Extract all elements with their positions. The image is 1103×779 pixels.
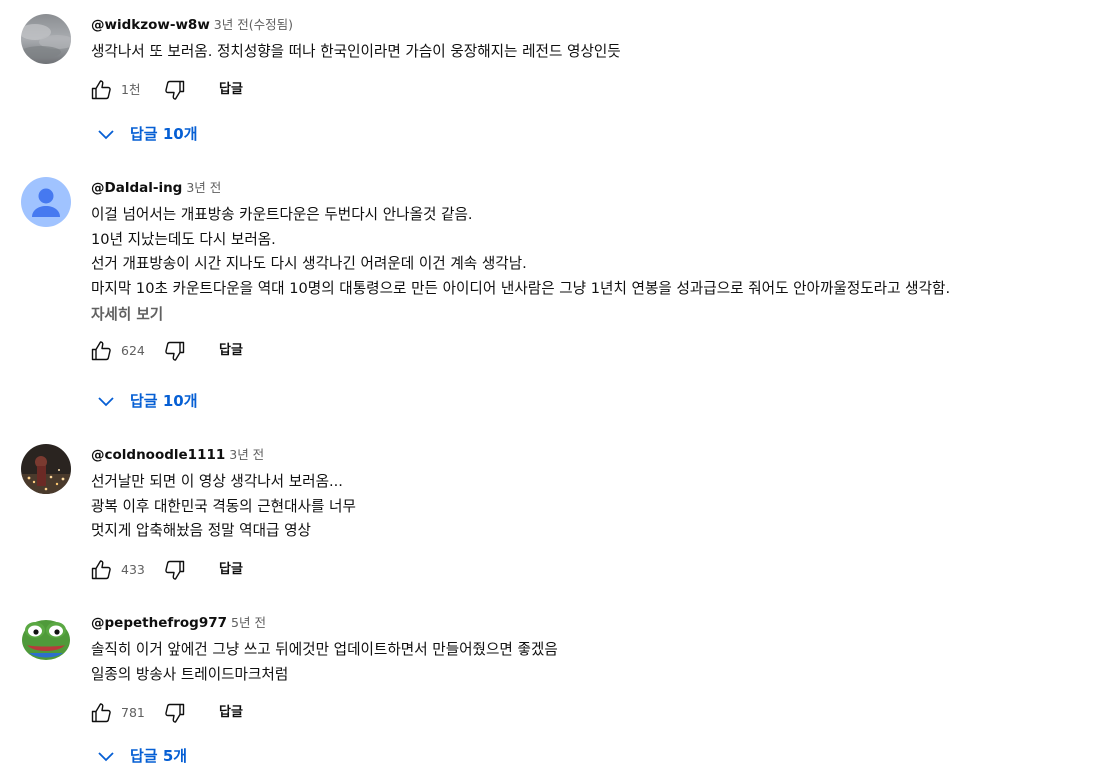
comment-line: 마지막 10초 카운트다운을 역대 10명의 대통령으로 만든 아이디어 낸사람…: [91, 279, 951, 297]
reply-button[interactable]: 답글: [219, 342, 243, 360]
comment-actions: 433 답글: [91, 558, 1103, 582]
frog-cartoon-avatar-icon: [21, 612, 71, 662]
replies-count-label: 답글 10개: [130, 392, 198, 410]
reply-button[interactable]: 답글: [219, 561, 243, 579]
like-button[interactable]: [89, 78, 113, 102]
avatar[interactable]: [21, 612, 71, 662]
thumbs-up-icon: [91, 559, 111, 579]
replies-count-label: 답글 5개: [130, 747, 188, 765]
cloudy-sky-photo-icon: [21, 14, 71, 64]
like-count: 624: [121, 343, 145, 358]
comment-time[interactable]: 3년 전(수정됨): [214, 17, 293, 32]
comment-actions: 781 답글: [91, 701, 1103, 725]
comment-time[interactable]: 5년 전: [231, 615, 266, 630]
night-lights-photo-icon: [21, 444, 71, 494]
dislike-button[interactable]: [163, 558, 187, 582]
thumbs-up-icon: [91, 79, 111, 99]
author-name[interactable]: @widkzow-w8w: [91, 17, 210, 33]
thumbs-up-icon: [91, 703, 111, 723]
read-more-button[interactable]: 자세히 보기: [91, 303, 1103, 327]
avatar[interactable]: [21, 14, 71, 64]
comment-line: 멋지게 압축해놨음 정말 역대급 영상: [91, 522, 311, 539]
comment-header: @Daldal-ing 3년 전: [91, 177, 1103, 197]
default-person-avatar-icon: [21, 177, 71, 227]
reply-button[interactable]: 답글: [219, 81, 243, 99]
thumbs-down-icon: [165, 341, 185, 361]
comment-line: 솔직히 이거 앞에건 그냥 쓰고 뒤에것만 업데이트하면서 만들어줬으면 좋겠음: [91, 641, 558, 658]
thumbs-down-icon: [165, 703, 185, 723]
view-replies-button[interactable]: 답글 5개: [96, 744, 187, 768]
comment-header: @widkzow-w8w 3년 전(수정됨): [91, 14, 1103, 34]
view-replies-button[interactable]: 답글 10개: [96, 389, 198, 413]
comment-actions: 624 답글: [91, 339, 1103, 363]
comment-text: 생각나서 또 보러옴. 정치성향을 떠나 한국인이라면 가슴이 웅장해지는 레전…: [91, 40, 1103, 65]
avatar[interactable]: [21, 444, 71, 494]
comment-time[interactable]: 3년 전: [186, 180, 221, 195]
like-count: 433: [121, 561, 145, 577]
comment-text: 솔직히 이거 앞에건 그냥 쓰고 뒤에것만 업데이트하면서 만들어줬으면 좋겠음…: [91, 638, 1103, 687]
like-count: 781: [121, 705, 145, 720]
dislike-button[interactable]: [163, 701, 187, 725]
comment-line: 일종의 방송사 트레이드마크처럼: [91, 665, 289, 683]
author-name[interactable]: @pepethefrog977: [91, 615, 227, 631]
like-button[interactable]: [89, 701, 113, 725]
like-button[interactable]: [89, 558, 113, 582]
author-name[interactable]: @coldnoodle1111: [91, 447, 225, 463]
comment-text: 선거날만 되면 이 영상 생각나서 보러옴... 광복 이후 대한민국 격동의 …: [91, 470, 1103, 544]
comment-line: 선거 개표방송이 시간 지나도 다시 생각나긴 어려운데 이건 계속 생각남.: [91, 255, 527, 272]
avatar[interactable]: [21, 177, 71, 227]
like-count: 1천: [121, 81, 141, 97]
dislike-button[interactable]: [163, 339, 187, 363]
thumbs-down-icon: [165, 560, 185, 580]
comment-text: 이걸 넘어서는 개표방송 카운트다운은 두번다시 안나올것 같음. 10년 지났…: [91, 203, 1103, 301]
chevron-down-icon: [98, 130, 114, 140]
comment-line: 광복 이후 대한민국 격동의 근현대사를 너무: [91, 497, 356, 515]
view-replies-button[interactable]: 답글 10개: [96, 122, 198, 146]
comment-line: 생각나서 또 보러옴. 정치성향을 떠나 한국인이라면 가슴이 웅장해지는 레전…: [91, 43, 621, 60]
comment-actions: 1천 답글: [91, 78, 1103, 102]
comment-line: 선거날만 되면 이 영상 생각나서 보러옴...: [91, 473, 343, 490]
chevron-down-icon: [98, 397, 114, 407]
comment-header: @pepethefrog977 5년 전: [91, 612, 1103, 632]
thumbs-down-icon: [165, 80, 185, 100]
chevron-down-icon: [98, 752, 114, 762]
comment-header: @coldnoodle1111 3년 전: [91, 444, 1103, 464]
replies-count-label: 답글 10개: [130, 125, 198, 143]
comment-time[interactable]: 3년 전: [229, 447, 264, 462]
author-name[interactable]: @Daldal-ing: [91, 180, 182, 196]
thumbs-up-icon: [91, 341, 111, 361]
dislike-button[interactable]: [163, 78, 187, 102]
comment-line: 10년 지났는데도 다시 보러옴.: [91, 230, 276, 248]
comment-line: 이걸 넘어서는 개표방송 카운트다운은 두번다시 안나올것 같음.: [91, 206, 473, 223]
reply-button[interactable]: 답글: [219, 704, 243, 722]
like-button[interactable]: [89, 339, 113, 363]
